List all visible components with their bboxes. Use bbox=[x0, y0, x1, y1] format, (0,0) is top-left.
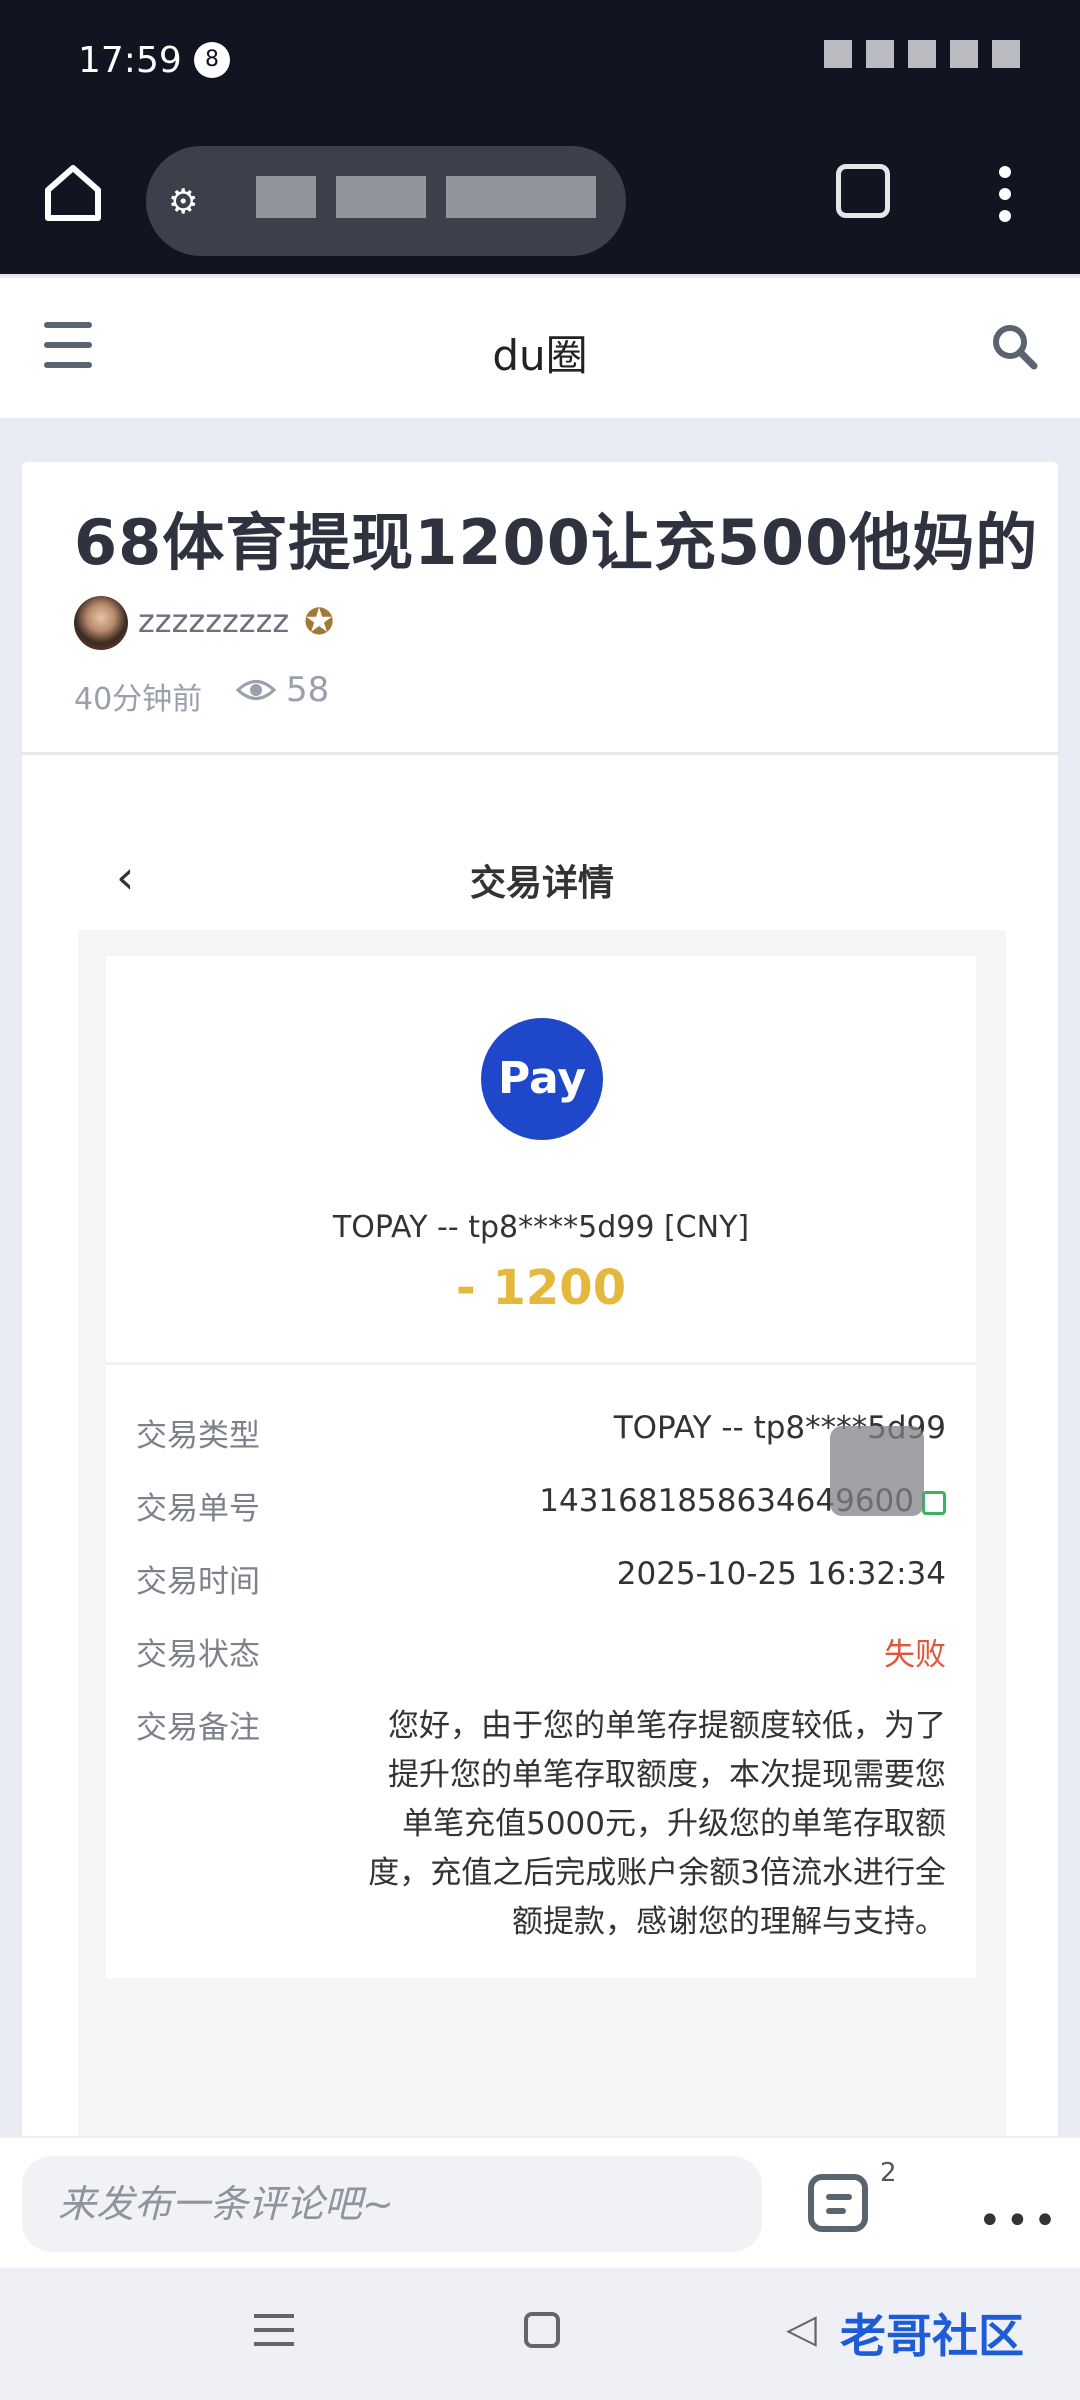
more-icon[interactable]: ••• bbox=[978, 2198, 1061, 2244]
remark-line: 单笔充值5000元，升级您的单笔存取额 bbox=[402, 1806, 946, 1842]
remark-text: 您好，由于您的单笔存提额度较低，为了 提升您的单笔存取额度，本次提现需要您 单笔… bbox=[346, 1702, 946, 1947]
transaction-header-title: 交易详情 bbox=[469, 863, 614, 904]
user-badge-icon: ✪ bbox=[304, 602, 335, 643]
divider bbox=[106, 1362, 976, 1365]
post-title: 68体育提现1200让充500他妈的 bbox=[74, 506, 1039, 579]
detail-key: 交易单号 bbox=[136, 1491, 260, 1527]
recent-apps-icon[interactable] bbox=[254, 2314, 294, 2348]
blurred-url bbox=[336, 176, 426, 218]
comment-count: 2 bbox=[880, 2158, 897, 2188]
collapse-image-button[interactable] bbox=[830, 1426, 924, 1516]
home-icon[interactable] bbox=[40, 160, 106, 226]
transaction-amount: - 1200 bbox=[455, 1260, 627, 1316]
comments-icon[interactable] bbox=[808, 2174, 868, 2232]
notification-count-badge: 8 bbox=[194, 42, 230, 78]
status-time: 17:59 bbox=[78, 40, 182, 81]
detail-key: 交易时间 bbox=[136, 1564, 260, 1600]
app-title: du圈 bbox=[492, 331, 588, 380]
comment-input[interactable]: 来发布一条评论吧~ bbox=[22, 2156, 762, 2252]
blurred-url bbox=[446, 176, 596, 218]
detail-key: 交易状态 bbox=[136, 1637, 260, 1673]
detail-key: 交易类型 bbox=[136, 1418, 260, 1454]
status-value: 失败 bbox=[884, 1637, 946, 1673]
avatar[interactable] bbox=[74, 596, 128, 650]
signal-icon bbox=[866, 40, 894, 68]
eye-icon bbox=[236, 680, 276, 700]
tabs-icon[interactable] bbox=[836, 164, 890, 218]
status-icons bbox=[824, 40, 1020, 68]
remark-line: 度，充值之后完成账户余额3倍流水进行全 bbox=[368, 1855, 946, 1891]
remark-line: 提升您的单笔存取额度，本次提现需要您 bbox=[388, 1757, 946, 1793]
back-icon[interactable]: ◁ bbox=[786, 2306, 817, 2352]
home-button-icon[interactable] bbox=[524, 2312, 560, 2348]
app-header: du圈 bbox=[0, 278, 1080, 418]
view-count: 58 bbox=[236, 670, 329, 710]
view-count-value: 58 bbox=[286, 670, 330, 710]
remark-line: 您好，由于您的单笔存提额度较低，为了 bbox=[388, 1708, 946, 1744]
blurred-url bbox=[256, 176, 316, 218]
more-options-icon[interactable] bbox=[990, 160, 1020, 230]
search-icon[interactable] bbox=[990, 322, 1040, 372]
signal-icon bbox=[908, 40, 936, 68]
detail-value: 2025-10-25 16:32:34 bbox=[616, 1556, 946, 1592]
transaction-header: ‹ 交易详情 bbox=[78, 822, 1006, 930]
wifi-icon bbox=[950, 40, 978, 68]
site-settings-icon[interactable]: ⚙ bbox=[168, 182, 218, 222]
status-bar: 17:59 8 bbox=[0, 0, 1080, 120]
post-time: 40分钟前 bbox=[74, 682, 203, 717]
watermark-logo: 老哥社区 bbox=[840, 2309, 1024, 2363]
comment-bar: 来发布一条评论吧~ 2 ••• bbox=[0, 2136, 1080, 2268]
pay-logo-icon: Pay bbox=[481, 1018, 603, 1140]
detail-row-remark: 交易备注 您好，由于您的单笔存提额度较低，为了 提升您的单笔存取额度，本次提现需… bbox=[136, 1702, 946, 1962]
merchant-name: TOPAY -- tp8****5d99 [CNY] bbox=[332, 1210, 750, 1245]
detail-key: 交易备注 bbox=[136, 1710, 260, 1746]
copy-icon bbox=[922, 1490, 946, 1515]
post-card: 68体育提现1200让充500他妈的 zzzzzzzzz ✪ 40分钟前 58 … bbox=[22, 462, 1058, 2162]
battery-icon bbox=[992, 40, 1020, 68]
address-bar[interactable]: ⚙ bbox=[146, 146, 626, 256]
divider bbox=[22, 752, 1058, 755]
remark-line: 额提款，感谢您的理解与支持。 bbox=[512, 1904, 946, 1940]
browser-toolbar: ⚙ bbox=[0, 120, 1080, 276]
bluetooth-icon bbox=[824, 40, 852, 68]
author-name[interactable]: zzzzzzzzz bbox=[138, 602, 289, 640]
